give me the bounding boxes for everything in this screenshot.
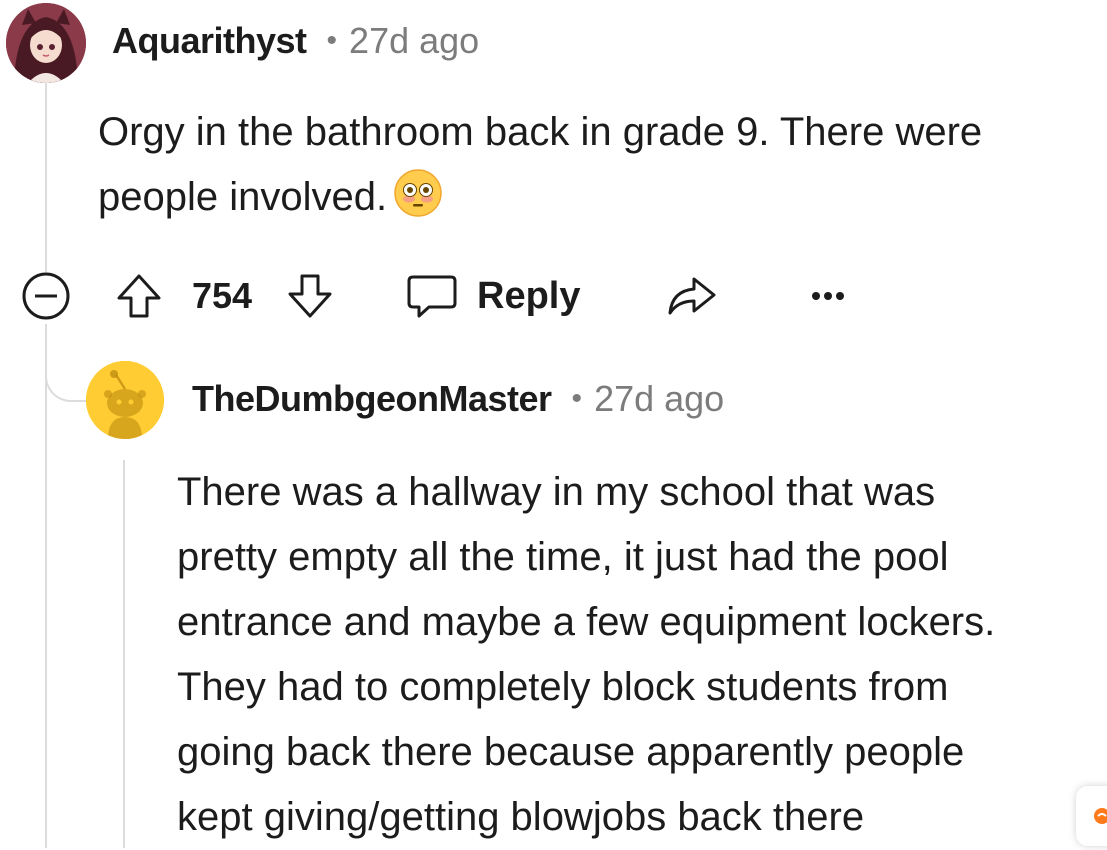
floating-action-icon <box>1094 808 1107 824</box>
thread-line-child <box>123 460 125 848</box>
reply-label: Reply <box>477 274 581 317</box>
comment-line: people involved. <box>98 175 388 219</box>
reply-line: going back there because apparently peop… <box>177 730 965 774</box>
username[interactable]: Aquarithyst <box>112 20 307 62</box>
user-avatar[interactable] <box>86 361 164 439</box>
reply-header: TheDumbgeonMaster • 27d ago <box>192 376 724 422</box>
upvote-button[interactable] <box>114 268 166 324</box>
downvote-button[interactable] <box>285 268 337 324</box>
collapse-button[interactable] <box>20 268 76 324</box>
share-button[interactable] <box>664 268 720 324</box>
minus-circle-icon <box>22 272 70 320</box>
comment-actions: 754 Reply <box>20 268 880 324</box>
arrow-down-outline-icon <box>288 274 332 318</box>
reply-body: There was a hallway in my school that wa… <box>177 460 1107 850</box>
reply-line: pretty empty all the time, it just had t… <box>177 535 949 579</box>
more-dots-icon <box>812 292 844 300</box>
more-options-button[interactable] <box>808 268 852 324</box>
anime-avatar-icon <box>6 3 86 83</box>
separator-dot: • <box>326 24 338 57</box>
floating-widget[interactable] <box>1076 786 1107 846</box>
chat-bubble-icon <box>407 275 457 318</box>
thread-line <box>45 82 47 272</box>
reply-line: entrance and maybe a few equipment locke… <box>177 600 996 644</box>
comment-body: Orgy in the bathroom back in grade 9. Th… <box>98 100 1107 230</box>
username[interactable]: TheDumbgeonMaster <box>192 378 552 420</box>
user-avatar[interactable] <box>6 3 86 83</box>
comment-line-last: people involved. <box>98 165 1107 230</box>
share-arrow-icon <box>668 277 716 315</box>
vote-score: 754 <box>192 275 253 316</box>
arrow-up-outline-icon <box>117 274 161 318</box>
comment-header: Aquarithyst • 27d ago <box>112 18 479 64</box>
reply-line: They had to completely block students fr… <box>177 665 949 709</box>
flushed-face-icon <box>393 168 443 218</box>
timestamp: 27d ago <box>594 378 725 419</box>
reply-button[interactable]: Reply <box>405 268 580 324</box>
comment-line: Orgy in the bathroom back in grade 9. Th… <box>98 110 983 154</box>
thread-line <box>45 324 47 848</box>
reply-line: kept giving/getting blowjobs back there <box>177 795 865 839</box>
timestamp: 27d ago <box>349 20 480 61</box>
separator-dot: • <box>571 382 583 415</box>
reply-line: There was a hallway in my school that wa… <box>177 470 936 514</box>
snoo-avatar-icon <box>86 361 164 439</box>
